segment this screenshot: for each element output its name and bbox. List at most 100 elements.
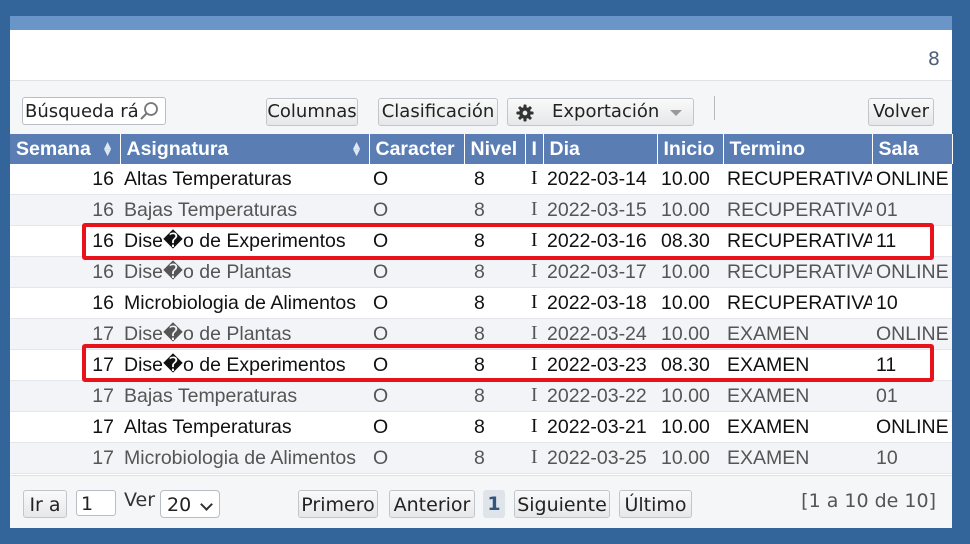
goto-button[interactable]: Ir a [23,490,67,518]
view-label: Ver [124,489,156,511]
sort-icon: ▲ ▼ [350,138,363,159]
export-dropdown[interactable]: Exportación [507,98,694,126]
column-header-semana[interactable]: Semana ▲ ▼ [10,134,121,164]
cell-sala: ONLINE [872,411,952,443]
column-header-asignatura[interactable]: Asignatura ▲ ▼ [120,134,370,164]
cell-termino: EXAMEN [723,442,872,474]
column-header-termino[interactable]: Termino [723,134,873,164]
gear-icon [516,104,534,122]
cell-dia: 2022-03-18 [543,287,657,319]
table-row[interactable]: 17 Dise�o de Plantas O 8 I 2022-03-24 10.00 EXA… [10,318,952,350]
cell-asignatura: Bajas Temperaturas [120,194,369,226]
cell-termino: RECUPERATIVA [723,164,872,195]
previous-page-button[interactable]: Anterior [389,490,475,518]
page-size-value: 20 [167,494,192,516]
cell-nivel: 8 [464,349,525,381]
table-row[interactable]: 16 Bajas Temperaturas O 8 I 2022-03-15 10.00 RE… [10,194,952,226]
cell-termino: EXAMEN [723,411,872,443]
cell-asignatura: Altas Temperaturas [120,164,369,195]
cell-semana: 16 [10,256,120,288]
export-label: Exportación [552,101,660,122]
cell-nivel: 8 [464,442,525,474]
cell-termino: EXAMEN [723,349,872,381]
cell-i: I [525,225,543,257]
window-top-bar [10,16,952,30]
cell-asignatura: Microbiologia de Alimentos [120,442,369,474]
cell-i: I [525,194,543,226]
table-row[interactable]: 17 Microbiologia de Alimentos O 8 I 2022-03-2… [10,442,952,474]
cell-asignatura: Dise�o de Plantas [120,256,369,288]
cell-caracter: O [369,411,464,443]
cell-nivel: 8 [464,287,525,319]
cell-inicio: 10.00 [657,256,723,288]
dropdown-arrow-icon [670,110,682,116]
table-row[interactable]: 16 Altas Temperaturas O 8 I 2022-03-14 10.00 RE… [10,164,952,195]
cell-nivel: 8 [464,256,525,288]
table-row[interactable]: 17 Altas Temperaturas O 8 I 2022-03-21 10.00 EX… [10,411,952,443]
cell-sala: ONLINE [872,318,952,350]
cell-sala: 11 [872,349,952,381]
cell-dia: 2022-03-17 [543,256,657,288]
cell-asignatura: Dise�o de Plantas [120,318,369,350]
table-row[interactable]: 16 Dise�o de Plantas O 8 I 2022-03-17 10.00 REC… [10,256,952,288]
column-header-inicio[interactable]: Inicio [657,134,724,164]
back-button[interactable]: Volver [868,98,934,126]
cell-dia: 2022-03-23 [543,349,657,381]
table-row[interactable]: 17 Dise�o de Experimentos O 8 I 2022-03-23 08.… [10,349,952,381]
cell-i: I [525,287,543,319]
search-box[interactable] [22,97,166,125]
cell-sala: 10 [872,442,952,474]
column-header-nivel[interactable]: Nivel [464,134,526,164]
cell-dia: 2022-03-14 [543,164,657,195]
cell-caracter: O [369,349,464,381]
column-header-i[interactable]: I [525,134,544,164]
cell-nivel: 8 [464,164,525,195]
cell-termino: RECUPERATIVA [723,287,872,319]
column-header-sala[interactable]: Sala [872,134,953,164]
pagination-bar: Ir a 1 Ver 20 Primero Anterior 1 Siguien… [10,475,952,528]
cell-asignatura: Microbiologia de Alimentos [120,287,369,319]
cell-nivel: 8 [464,225,525,257]
table-header-row: Semana ▲ ▼ Asignatura ▲ ▼ Caracter Nivel I D… [10,134,953,164]
cell-inicio: 10.00 [657,442,723,474]
cell-semana: 17 [10,318,120,350]
goto-page-input[interactable]: 1 [76,490,116,516]
cell-i: I [525,442,543,474]
table-row[interactable]: 17 Bajas Temperaturas O 8 I 2022-03-22 10.00 EX… [10,380,952,412]
cell-sala: ONLINE [872,164,952,195]
column-header-dia[interactable]: Dia [543,134,658,164]
cell-asignatura: Altas Temperaturas [120,411,369,443]
cell-dia: 2022-03-16 [543,225,657,257]
cell-asignatura: Dise�o de Experimentos [120,349,369,381]
cell-inicio: 10.00 [657,411,723,443]
columns-button[interactable]: Columnas [266,98,358,126]
cell-caracter: O [369,225,464,257]
cell-dia: 2022-03-15 [543,194,657,226]
record-range: [1 a 10 de 10] [801,490,936,512]
cell-asignatura: Dise�o de Experimentos [120,225,369,257]
cell-inicio: 10.00 [657,164,723,195]
cell-i: I [525,318,543,350]
sort-button[interactable]: Clasificación [378,98,498,126]
cell-dia: 2022-03-21 [543,411,657,443]
cell-termino: RECUPERATIVA [723,194,872,226]
search-icon[interactable] [139,101,159,121]
cell-asignatura: Bajas Temperaturas [120,380,369,412]
cell-semana: 17 [10,380,120,412]
next-page-button[interactable]: Siguiente [514,490,610,518]
cell-i: I [525,380,543,412]
cell-sala: 11 [872,225,952,257]
last-page-button[interactable]: Último [619,490,692,518]
cell-caracter: O [369,442,464,474]
table-row[interactable]: 16 Dise�o de Experimentos O 8 I 2022-03-16 08.… [10,225,952,257]
column-header-caracter[interactable]: Caracter [369,134,465,164]
cell-i: I [525,256,543,288]
first-page-button[interactable]: Primero [298,490,378,518]
toolbar: Columnas Clasificación Exportación Volve… [10,81,952,134]
table-row[interactable]: 16 Microbiologia de Alimentos O 8 I 2022-03-1… [10,287,952,319]
cell-termino: RECUPERATIVA [723,256,872,288]
cell-termino: EXAMEN [723,318,872,350]
cell-nivel: 8 [464,318,525,350]
cell-sala: ONLINE [872,256,952,288]
page-size-select[interactable]: 20 [160,490,220,518]
